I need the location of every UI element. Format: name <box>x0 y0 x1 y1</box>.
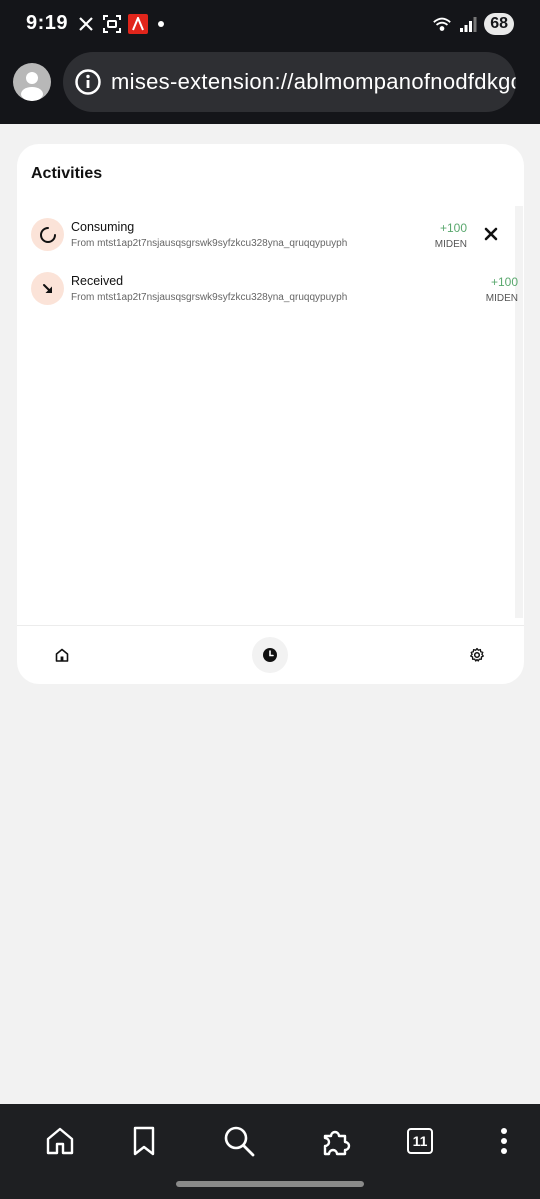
gesture-handle[interactable] <box>176 1181 364 1187</box>
notification-dot <box>158 21 164 27</box>
status-icons-left <box>76 14 164 34</box>
signal-icon <box>458 14 478 34</box>
profile-avatar-icon[interactable] <box>13 63 51 101</box>
browser-home-button[interactable] <box>43 1124 77 1158</box>
nav-history-button[interactable] <box>252 637 288 673</box>
status-bar: 9:19 68 <box>0 0 540 48</box>
search-icon <box>224 1126 255 1157</box>
close-icon <box>484 227 498 241</box>
status-icons-right: 68 <box>432 13 514 35</box>
nav-divider <box>17 625 524 626</box>
bookmark-icon <box>133 1126 155 1156</box>
search-button[interactable] <box>222 1124 256 1158</box>
home-icon <box>46 1127 74 1155</box>
url-text: mises-extension://ablmompanofnodfdkgc <box>111 69 516 94</box>
battery-icon: 68 <box>484 13 514 35</box>
cancel-activity-button[interactable] <box>479 222 503 246</box>
activity-unit: MIDEN <box>434 239 467 250</box>
nav-home-button[interactable] <box>44 637 80 673</box>
gear-icon <box>470 647 484 662</box>
activity-unit: MIDEN <box>485 293 518 304</box>
adobe-icon <box>128 14 148 34</box>
tabs-icon: 11 <box>407 1128 433 1154</box>
more-icon <box>501 1128 507 1154</box>
scrollbar[interactable] <box>515 206 523 618</box>
address-bar[interactable]: mises-extension://ablmompanofnodfdkgc <box>63 52 516 112</box>
activities-panel: Activities Consuming From mtst1ap2t7nsja… <box>17 144 524 684</box>
nav-settings-button[interactable] <box>459 637 495 673</box>
wifi-icon <box>432 14 452 34</box>
activity-amount: +100 <box>439 221 467 235</box>
tabs-button[interactable]: 11 <box>403 1124 437 1158</box>
activity-amount: +100 <box>490 275 518 289</box>
page-title: Activities <box>31 165 103 182</box>
status-time: 9:19 <box>26 12 69 34</box>
activity-item[interactable]: Received From mtst1ap2t7nsjausqsgrswk9sy… <box>31 268 518 308</box>
arrow-down-right-icon <box>31 272 64 305</box>
activity-title: Received <box>71 274 124 288</box>
activity-address: From mtst1ap2t7nsjausqsgrswk9syfzkcu328y… <box>71 238 348 249</box>
extensions-button[interactable] <box>319 1124 353 1158</box>
activity-title: Consuming <box>71 220 135 234</box>
screenshot-icon <box>102 14 122 34</box>
clock-icon <box>263 648 277 662</box>
more-menu-button[interactable] <box>487 1124 521 1158</box>
spinner-icon <box>31 218 64 251</box>
home-icon <box>55 648 69 662</box>
site-info-icon[interactable] <box>73 67 103 97</box>
activity-item[interactable]: Consuming From mtst1ap2t7nsjausqsgrswk9s… <box>31 214 511 254</box>
bookmarks-button[interactable] <box>127 1124 161 1158</box>
browser-toolbar: mises-extension://ablmompanofnodfdkgc <box>0 48 540 124</box>
activity-address: From mtst1ap2t7nsjausqsgrswk9syfzkcu328y… <box>71 292 348 303</box>
extensions-icon <box>323 1130 351 1156</box>
x-logo-icon <box>76 14 96 34</box>
